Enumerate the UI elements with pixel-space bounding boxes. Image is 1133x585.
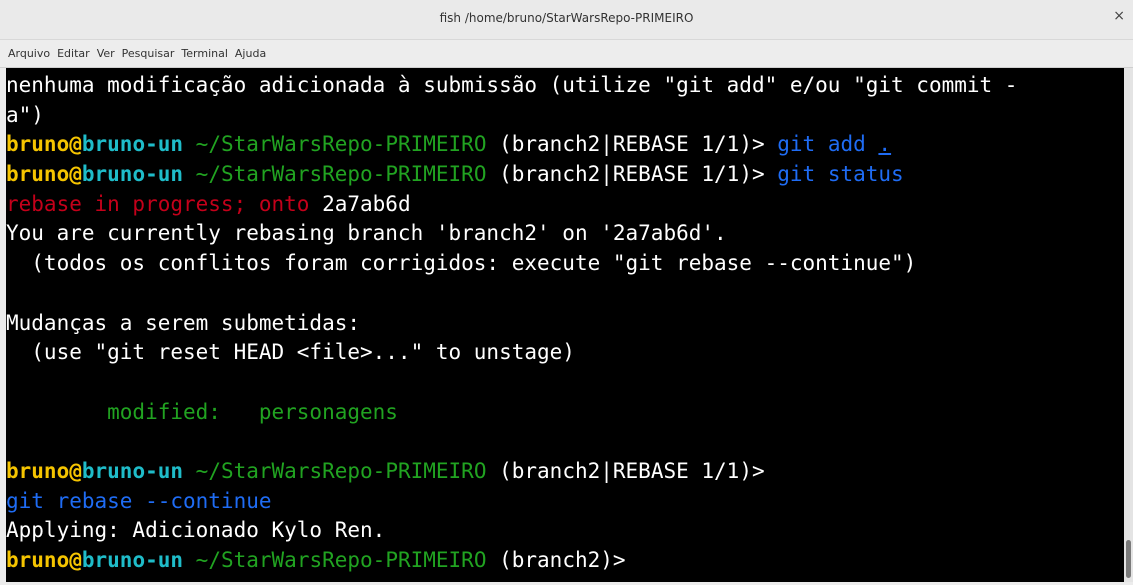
menu-ajuda[interactable]: Ajuda: [235, 47, 266, 60]
prompt-at: @: [69, 132, 82, 157]
output-line: (use "git reset HEAD <file>..." to unsta…: [6, 340, 575, 365]
output-line: rebase in progress; onto 2a7ab6d: [6, 190, 1124, 220]
prompt-at: @: [69, 162, 82, 187]
prompt-line: bruno@bruno-un ~/StarWarsRepo-PRIMEIRO (…: [6, 546, 1124, 576]
prompt-branch: (branch2|REBASE 1/1)>: [486, 458, 765, 483]
menu-terminal[interactable]: Terminal: [181, 47, 228, 60]
modified-file-line: modified: personagens: [6, 399, 398, 424]
prompt-branch: (branch2)>: [486, 548, 626, 572]
output-line: Applying: Adicionado Kylo Ren.: [6, 518, 386, 543]
menu-pesquisar[interactable]: Pesquisar: [122, 47, 175, 60]
command-argument: .: [878, 132, 892, 157]
menu-arquivo[interactable]: Arquivo: [8, 47, 50, 60]
prompt-branch: (branch2|REBASE 1/1)>: [486, 132, 778, 157]
scrollbar-thumb[interactable]: [1126, 540, 1131, 578]
output-line: (todos os conflitos foram corrigidos: ex…: [6, 251, 917, 276]
prompt-branch: (branch2|REBASE 1/1)>: [486, 162, 778, 187]
prompt-user: bruno: [6, 458, 70, 483]
menu-ver[interactable]: Ver: [97, 47, 115, 60]
prompt-at: @: [69, 458, 82, 483]
prompt-user: bruno: [6, 132, 70, 157]
command-text: git status: [777, 162, 904, 187]
prompt-host: bruno-un: [81, 162, 184, 187]
prompt-user: bruno: [6, 162, 70, 187]
prompt-line: bruno@bruno-un ~/StarWarsRepo-PRIMEIRO (…: [6, 130, 1124, 160]
close-icon[interactable]: ×: [1113, 9, 1125, 23]
prompt-host: bruno-un: [81, 548, 184, 572]
prompt-user: bruno: [6, 548, 70, 572]
window-titlebar[interactable]: fish /home/bruno/StarWarsRepo-PRIMEIRO ×: [0, 0, 1133, 40]
terminal-output[interactable]: nenhuma modificação adicionada à submiss…: [6, 68, 1124, 582]
output-line: You are currently rebasing branch 'branc…: [6, 221, 727, 246]
prompt-at: @: [69, 548, 82, 572]
terminal-scrollbar[interactable]: [1124, 68, 1133, 582]
command-text: git add: [777, 132, 879, 157]
window-title: fish /home/bruno/StarWarsRepo-PRIMEIRO: [439, 11, 694, 25]
prompt-path: ~/StarWarsRepo-PRIMEIRO: [183, 548, 487, 572]
prompt-path: ~/StarWarsRepo-PRIMEIRO: [183, 132, 487, 157]
prompt-path: ~/StarWarsRepo-PRIMEIRO: [183, 162, 487, 187]
output-line: Mudanças a serem submetidas:: [6, 310, 361, 335]
prompt-host: bruno-un: [81, 132, 184, 157]
prompt-host: bruno-un: [81, 458, 184, 483]
menu-bar: Arquivo Editar Ver Pesquisar Terminal Aj…: [0, 40, 1133, 68]
prompt-path: ~/StarWarsRepo-PRIMEIRO: [183, 458, 487, 483]
command-text: git rebase --continue: [6, 488, 272, 513]
prompt-line: bruno@bruno-un ~/StarWarsRepo-PRIMEIRO (…: [6, 160, 1124, 190]
rebase-hash: 2a7ab6d: [309, 191, 411, 216]
prompt-line: bruno@bruno-un ~/StarWarsRepo-PRIMEIRO (…: [6, 457, 1124, 487]
menu-editar[interactable]: Editar: [57, 47, 90, 60]
rebase-warning: rebase in progress; onto: [6, 191, 310, 216]
output-line: nenhuma modificação adicionada à submiss…: [6, 73, 1018, 97]
output-line: a"): [6, 102, 44, 127]
